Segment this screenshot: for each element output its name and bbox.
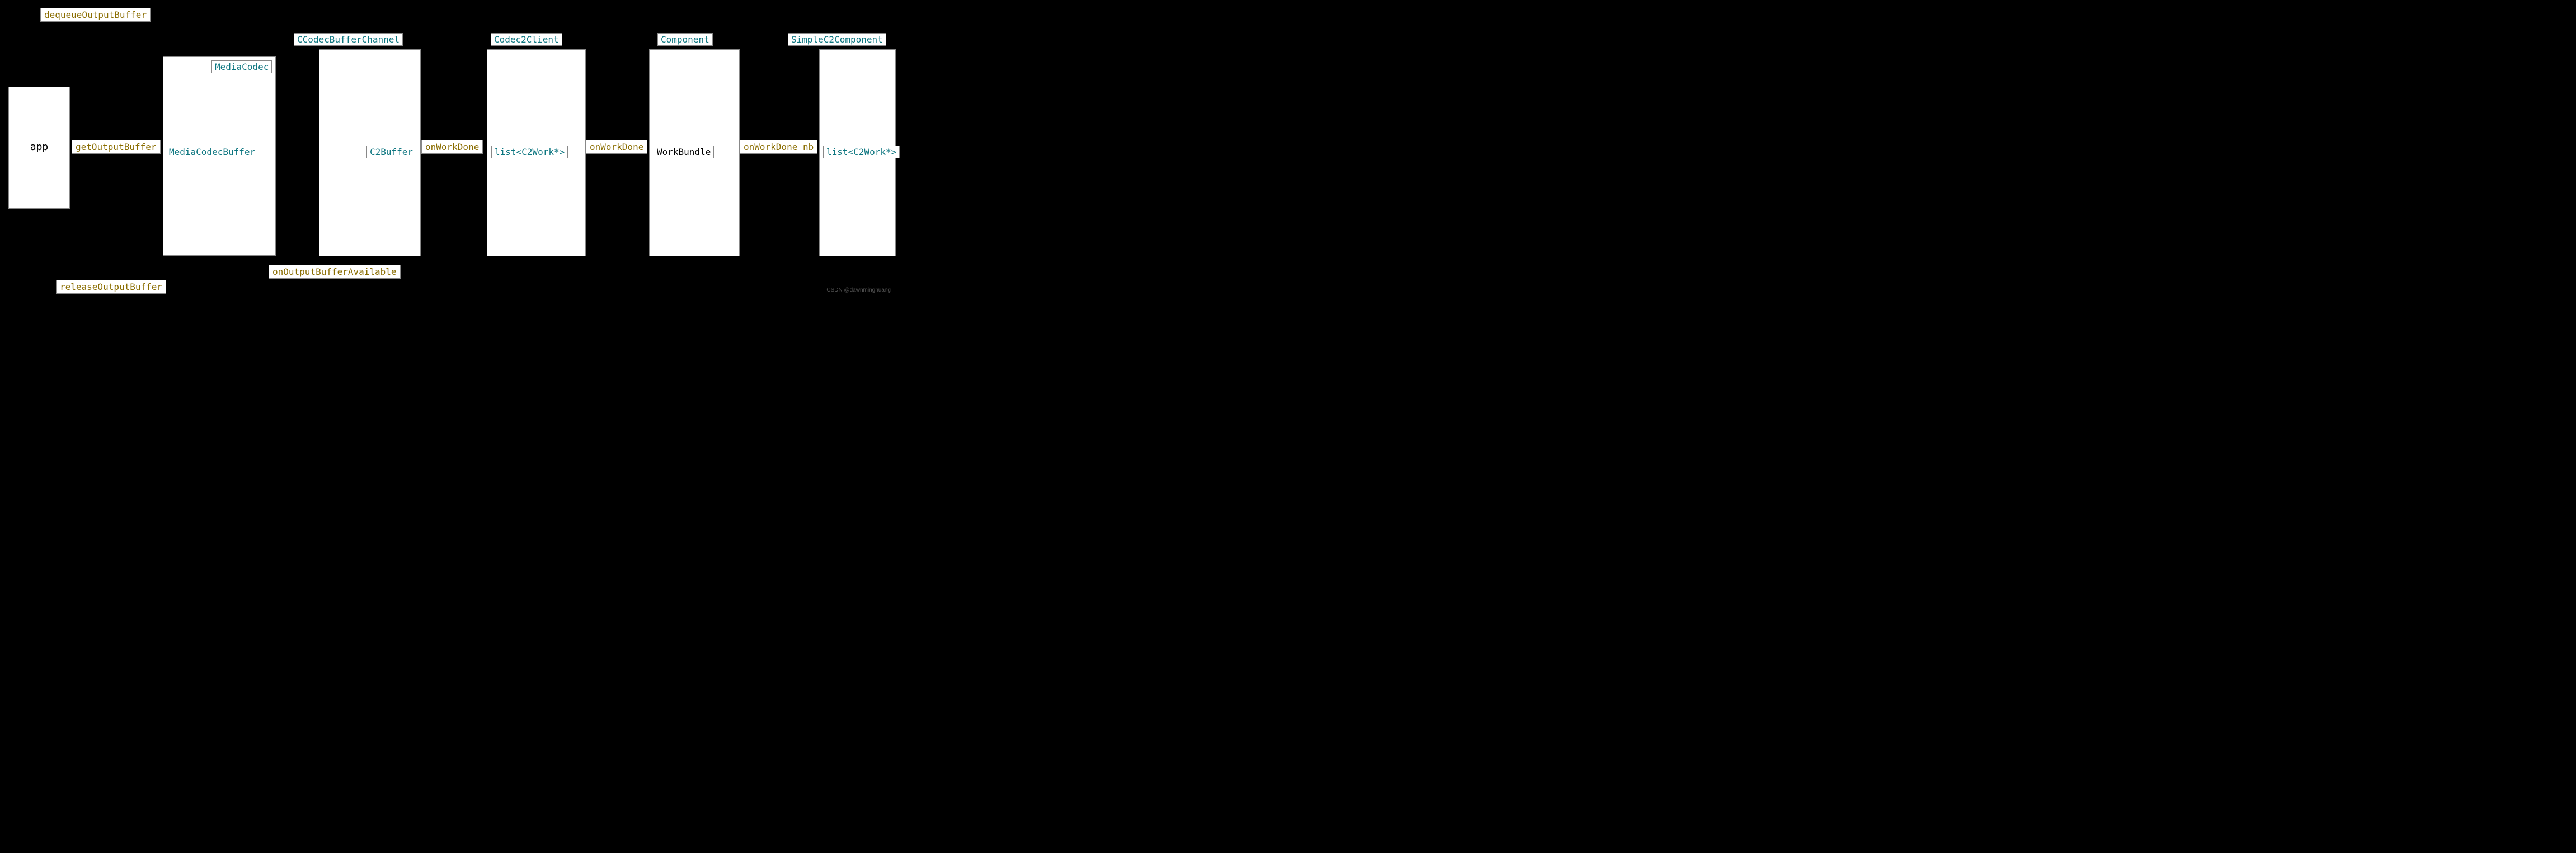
label-on-work-done-1: onWorkDone	[421, 140, 483, 154]
workbundle-label: WorkBundle	[654, 146, 714, 158]
app-label: app	[9, 141, 69, 153]
media-codec-buffer-label: MediaCodecBuffer	[166, 146, 258, 158]
label-get-output-buffer: getOutputBuffer	[72, 140, 161, 154]
media-codec-title: MediaCodec	[211, 60, 272, 73]
list-c2work-2-label: list<C2Work*>	[823, 146, 900, 158]
component-title: Component	[657, 33, 713, 46]
codec2client-title: Codec2Client	[491, 33, 562, 46]
node-app: app	[8, 87, 70, 209]
label-release-output-buffer: releaseOutputBuffer	[56, 280, 166, 294]
label-on-output-buffer-available: onOutputBufferAvailable	[269, 265, 401, 279]
simple-c2-component-title: SimpleC2Component	[788, 33, 886, 46]
c2buffer-label: C2Buffer	[366, 146, 416, 158]
ccodec-buffer-channel-title: CCodecBufferChannel	[294, 33, 403, 46]
list-c2work-1-label: list<C2Work*>	[491, 146, 568, 158]
label-on-work-done-nb: onWorkDone_nb	[740, 140, 817, 154]
label-on-work-done-2: onWorkDone	[586, 140, 647, 154]
label-dequeue-output-buffer: dequeueOutputBuffer	[40, 8, 151, 22]
watermark: CSDN @dawnminghuang	[826, 287, 891, 293]
